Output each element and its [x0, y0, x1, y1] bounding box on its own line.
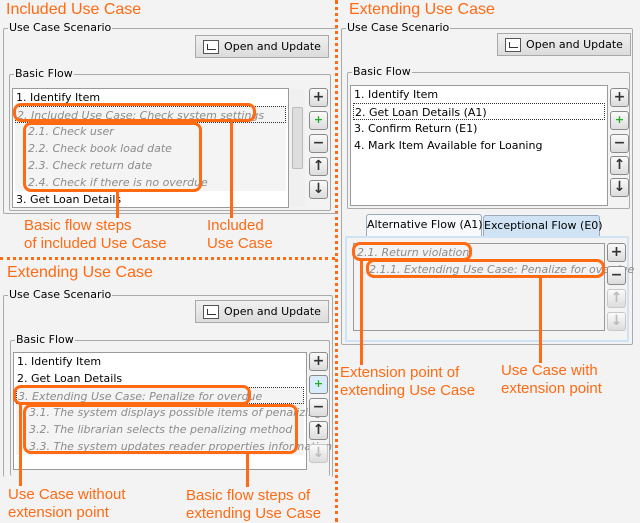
pointer-line [19, 404, 22, 486]
move-up-icon[interactable]: ↑ [309, 421, 328, 440]
annotation: Use Case without extension point [8, 486, 126, 521]
divider-horizontal [0, 257, 335, 260]
list-item[interactable]: 4. Mark Item Available for Loaning [353, 137, 605, 154]
group-label: Use Case Scenario [346, 21, 451, 34]
move-up-icon: ↑ [607, 289, 626, 308]
tab-alternative-flow[interactable]: Alternative Flow (A1) [366, 214, 483, 236]
highlight-steps [23, 122, 202, 192]
list-item[interactable]: 3. Get Loan Details [15, 191, 286, 208]
highlight-steps [23, 404, 298, 454]
diagram-icon [505, 37, 522, 52]
open-and-update-button[interactable]: Open and Update [195, 35, 329, 58]
basic-flow-list[interactable]: 1. Identify Item 2. Get Loan Details (A1… [350, 85, 608, 206]
remove-icon[interactable]: − [607, 266, 626, 285]
open-and-update-button[interactable]: Open and Update [497, 33, 631, 56]
move-down-icon: ↓ [309, 444, 328, 463]
diagram-icon [203, 304, 220, 319]
group-label: Basic Flow [15, 333, 75, 346]
add-step-icon[interactable]: + [309, 88, 328, 107]
remove-icon[interactable]: − [610, 134, 629, 153]
tab-exceptional-flow[interactable]: Exceptional Flow (E0) [483, 215, 603, 237]
open-and-update-button[interactable]: Open and Update [195, 300, 329, 323]
add-step-icon[interactable]: + [610, 88, 629, 107]
move-up-icon[interactable]: ↑ [309, 157, 328, 176]
pointer-line [230, 121, 233, 218]
pointer-line [539, 277, 542, 363]
group-label: Basic Flow [14, 67, 74, 80]
pointer-line [360, 260, 363, 365]
move-down-icon: ↓ [607, 312, 626, 331]
scrollbar[interactable] [290, 89, 305, 207]
remove-icon[interactable]: − [309, 134, 328, 153]
group-label: Basic Flow [352, 65, 412, 78]
remove-icon[interactable]: − [309, 398, 328, 417]
add-substep-icon[interactable]: + [309, 375, 328, 394]
annotation: Basic flow steps of extending Use Case [186, 487, 322, 522]
highlight-extending [13, 385, 251, 405]
pointer-line [246, 453, 249, 487]
annotation: Use Case with extension point [501, 362, 602, 397]
group-label: Use Case Scenario [8, 21, 113, 34]
annotation: Basic flow steps of included Use Case [24, 217, 167, 252]
annotation: Extension point of extending Use Case [340, 364, 476, 399]
button-label: Open and Update [224, 305, 321, 318]
button-label: Open and Update [526, 38, 623, 51]
section-title-included: Included Use Case [6, 1, 142, 18]
move-down-icon[interactable]: ↓ [610, 178, 629, 197]
list-item[interactable]: 3. Confirm Return (E1) [353, 120, 605, 137]
add-substep-icon[interactable]: + [610, 111, 629, 130]
section-title-extending: Extending Use Case [7, 264, 153, 281]
move-up-icon[interactable]: ↑ [610, 156, 629, 175]
list-item[interactable]: 2. Get Loan Details (A1) [353, 103, 605, 120]
add-step-icon[interactable]: + [607, 243, 626, 262]
list-item[interactable]: 1. Identify Item [16, 353, 304, 370]
highlight-included [13, 103, 256, 122]
button-label: Open and Update [224, 40, 321, 53]
list-item[interactable]: 1. Identify Item [353, 86, 605, 103]
move-down-icon[interactable]: ↓ [309, 180, 328, 199]
section-title-extending-right: Extending Use Case [349, 1, 495, 18]
scrollbar-thumb[interactable] [292, 107, 303, 169]
highlight-use-case [366, 259, 605, 278]
annotation: Included Use Case [207, 217, 273, 252]
add-substep-icon[interactable]: + [309, 111, 328, 130]
diagram-icon [203, 39, 220, 54]
group-label: Use Case Scenario [8, 288, 113, 301]
pointer-line [116, 191, 119, 218]
add-step-icon[interactable]: + [309, 352, 328, 371]
